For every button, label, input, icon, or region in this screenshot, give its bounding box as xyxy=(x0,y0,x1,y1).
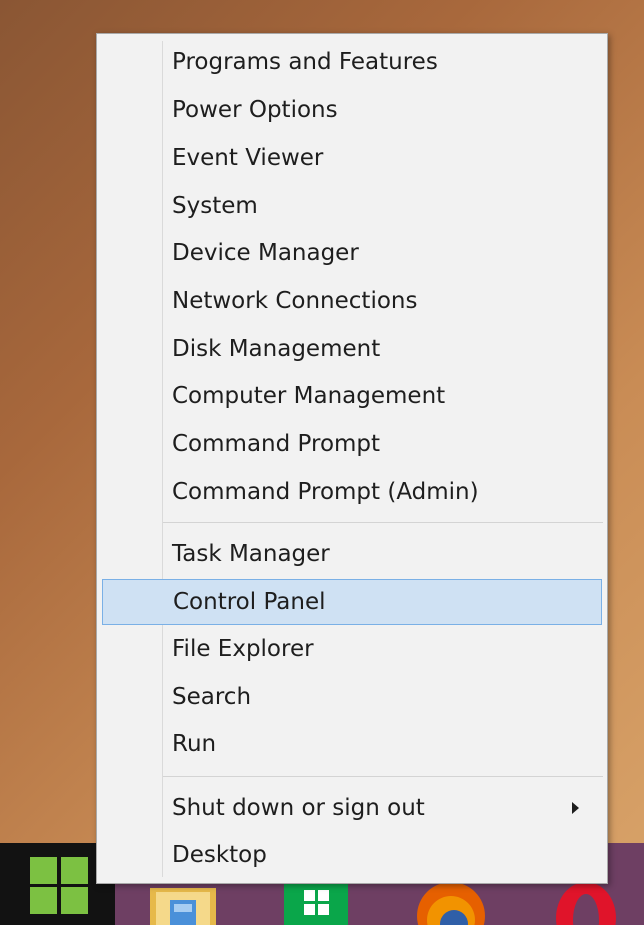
store-icon[interactable] xyxy=(284,882,348,925)
menu-item-system[interactable]: System xyxy=(102,184,602,228)
menu-item-label: Network Connections xyxy=(172,288,418,314)
menu-item-command-prompt-admin[interactable]: Command Prompt (Admin) xyxy=(102,470,602,514)
menu-item-file-explorer[interactable]: File Explorer xyxy=(102,627,602,671)
menu-item-power-options[interactable]: Power Options xyxy=(102,88,602,132)
menu-item-label: Programs and Features xyxy=(172,49,438,75)
chevron-right-icon xyxy=(572,802,579,814)
menu-separator xyxy=(163,776,603,777)
menu-item-label: File Explorer xyxy=(172,636,314,662)
menu-item-network-connections[interactable]: Network Connections xyxy=(102,279,602,323)
menu-item-label: Power Options xyxy=(172,97,338,123)
opera-icon[interactable] xyxy=(554,882,618,925)
menu-item-label: Search xyxy=(172,684,252,710)
menu-item-label: Control Panel xyxy=(173,589,326,615)
menu-item-label: System xyxy=(172,193,258,219)
menu-item-disk-management[interactable]: Disk Management xyxy=(102,327,602,371)
menu-item-label: Event Viewer xyxy=(172,145,324,171)
menu-item-label: Device Manager xyxy=(172,240,359,266)
menu-item-label: Desktop xyxy=(172,842,267,868)
menu-item-label: Disk Management xyxy=(172,336,381,362)
menu-item-search[interactable]: Search xyxy=(102,675,602,719)
menu-item-event-viewer[interactable]: Event Viewer xyxy=(102,136,602,180)
menu-item-label: Command Prompt (Admin) xyxy=(172,479,479,505)
menu-item-label: Command Prompt xyxy=(172,431,381,457)
menu-item-label: Task Manager xyxy=(172,541,330,567)
quick-link-menu: Programs and Features Power Options Even… xyxy=(96,33,608,884)
menu-item-computer-management[interactable]: Computer Management xyxy=(102,374,602,418)
menu-item-desktop[interactable]: Desktop xyxy=(102,833,602,877)
menu-item-label: Run xyxy=(172,731,217,757)
menu-item-label: Shut down or sign out xyxy=(172,795,425,821)
menu-item-label: Computer Management xyxy=(172,383,446,409)
menu-item-run[interactable]: Run xyxy=(102,722,602,766)
menu-item-task-manager[interactable]: Task Manager xyxy=(102,532,602,576)
windows-start-icon[interactable] xyxy=(30,856,88,914)
menu-item-command-prompt[interactable]: Command Prompt xyxy=(102,422,602,466)
file-explorer-icon[interactable] xyxy=(150,882,216,925)
menu-item-programs-and-features[interactable]: Programs and Features xyxy=(102,40,602,84)
menu-item-control-panel[interactable]: Control Panel xyxy=(102,579,602,625)
firefox-icon[interactable] xyxy=(416,882,486,925)
menu-item-device-manager[interactable]: Device Manager xyxy=(102,231,602,275)
menu-separator xyxy=(163,522,603,523)
menu-item-shut-down-or-sign-out[interactable]: Shut down or sign out xyxy=(102,786,602,830)
